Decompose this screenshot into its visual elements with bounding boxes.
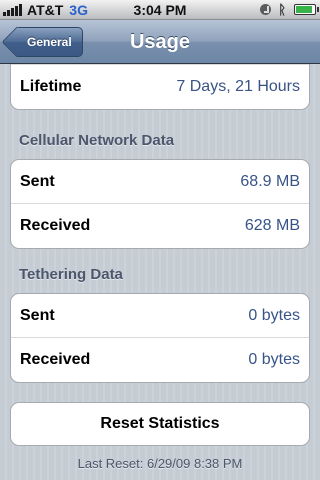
usage-content[interactable]: Lifetime 7 Days, 21 Hours Cellular Netwo… (0, 64, 320, 480)
cellular-received-value: 628 MB (244, 217, 300, 234)
status-right: ᚱ (260, 2, 319, 17)
cellular-received-label: Received (20, 217, 91, 234)
cellular-sent-value: 68.9 MB (240, 173, 300, 190)
tethering-sent-row: Sent 0 bytes (11, 294, 309, 338)
lifetime-row: Lifetime 7 Days, 21 Hours (11, 65, 309, 109)
cellular-sent-row: Sent 68.9 MB (11, 160, 309, 204)
rotation-lock-icon (260, 4, 272, 15)
cellular-group: Sent 68.9 MB Received 628 MB (10, 159, 310, 249)
tethering-received-value: 0 bytes (248, 351, 300, 368)
status-bar: AT&T 3G 3:04 PM ᚱ (0, 0, 320, 20)
back-button-label: General (27, 35, 72, 49)
tethering-sent-label: Sent (20, 307, 55, 324)
tethering-received-row: Received 0 bytes (11, 338, 309, 382)
bluetooth-icon: ᚱ (278, 2, 286, 17)
navigation-bar: General Usage (0, 20, 320, 64)
reset-statistics-button[interactable]: Reset Statistics (10, 402, 310, 446)
cellular-sent-label: Sent (20, 173, 55, 190)
last-reset-note: Last Reset: 6/29/09 8:38 PM (77, 456, 243, 471)
cellular-section-header: Cellular Network Data (19, 132, 175, 149)
lifetime-label: Lifetime (20, 78, 82, 95)
battery-icon (294, 4, 319, 15)
tethering-section-header: Tethering Data (19, 266, 123, 283)
lifetime-value: 7 Days, 21 Hours (176, 78, 300, 95)
cellular-received-row: Received 628 MB (11, 204, 309, 248)
tethering-received-label: Received (20, 351, 91, 368)
tethering-sent-value: 0 bytes (248, 307, 300, 324)
lifetime-group: Lifetime 7 Days, 21 Hours (10, 64, 310, 110)
tethering-group: Sent 0 bytes Received 0 bytes (10, 293, 310, 383)
